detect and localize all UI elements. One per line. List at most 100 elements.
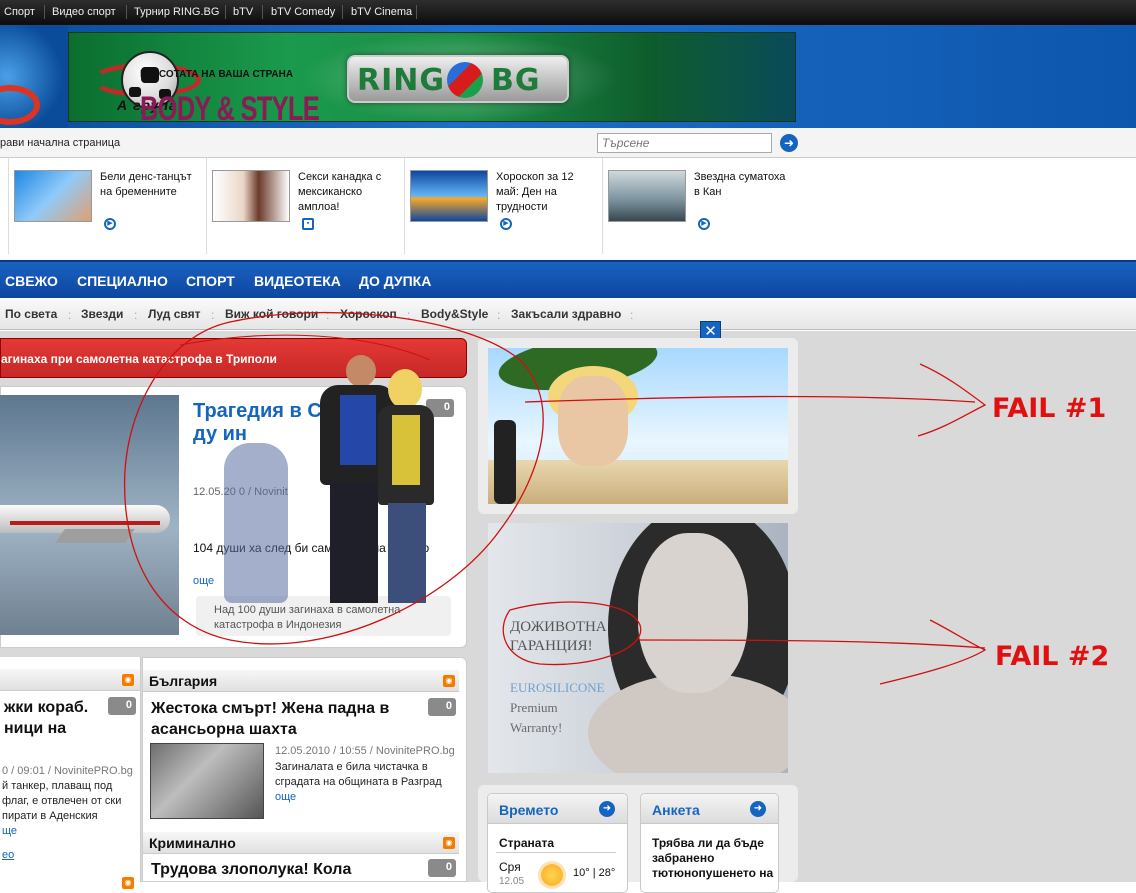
ad-brand: EUROSILICONE bbox=[510, 680, 605, 695]
comment-count-badge[interactable]: 0 bbox=[428, 859, 456, 877]
subnav-separator: : bbox=[134, 308, 138, 322]
subnav-po-sveta[interactable]: По света bbox=[5, 307, 57, 321]
section-header: ◉ bbox=[0, 669, 140, 691]
ad-sand bbox=[488, 460, 788, 504]
bulgaria-section-header: България ◉ bbox=[143, 670, 459, 692]
nav-sport[interactable]: СПОРТ bbox=[186, 273, 235, 289]
teaser-title[interactable]: Хороскоп за 12 май: Ден на трудности bbox=[496, 170, 596, 215]
topnav-separator bbox=[225, 5, 226, 19]
teaser-title[interactable]: Звездна суматоха в Кан bbox=[694, 170, 794, 200]
subnav-separator: : bbox=[630, 308, 634, 322]
fail-1-annotation: FAIL #1 bbox=[992, 393, 1107, 424]
search-go-button[interactable]: ➜ bbox=[780, 134, 798, 152]
teaser-title[interactable]: Бели денс-танцът на бременните bbox=[100, 170, 200, 200]
news-column-left: ◉ жки кораб. ници на 0 0 / 09:01 / Novin… bbox=[0, 657, 141, 889]
teaser-thumbnail[interactable] bbox=[14, 170, 92, 222]
news-summary: й танкер, плаващ под флаг, е отвлечен от… bbox=[2, 780, 122, 822]
rss-icon[interactable]: ◉ bbox=[122, 674, 134, 686]
teaser-thumbnail[interactable] bbox=[608, 170, 686, 222]
topnav-btv-comedy[interactable]: bTV Comedy bbox=[271, 6, 335, 18]
comment-count-badge[interactable]: 0 bbox=[428, 698, 456, 716]
teaser-title[interactable]: Секси канадка с мексиканско амплоа! bbox=[298, 170, 398, 215]
topnav-btv-cinema[interactable]: bTV Cinema bbox=[351, 6, 412, 18]
weather-temps: 10° | 28° bbox=[573, 867, 616, 879]
news-title[interactable]: жки кораб. ници на bbox=[4, 697, 108, 739]
topnav-separator bbox=[126, 5, 127, 19]
play-icon[interactable]: ▶ bbox=[104, 218, 116, 230]
divider bbox=[496, 852, 616, 853]
teaser-item[interactable]: Хороскоп за 12 май: Ден на трудности ▶ bbox=[410, 166, 600, 246]
subnav-body-style[interactable]: Body&Style bbox=[421, 307, 488, 321]
read-more-link[interactable]: още bbox=[275, 791, 296, 803]
search-input[interactable] bbox=[597, 133, 772, 153]
gallery-icon[interactable]: ▪ bbox=[302, 218, 314, 230]
play-icon[interactable]: ▶ bbox=[698, 218, 710, 230]
weather-header[interactable]: Времето ➜ bbox=[488, 794, 627, 824]
ad-headline: ДОЖИВОТНА ГАРАНЦИЯ! bbox=[510, 619, 607, 654]
teaser-item[interactable]: Секси канадка с мексиканско амплоа! ▪ bbox=[212, 166, 402, 246]
ghost-person-image bbox=[224, 443, 288, 603]
ad-line: Warranty! bbox=[510, 720, 563, 735]
airplane-wing bbox=[55, 529, 135, 543]
play-icon[interactable]: ▶ bbox=[500, 218, 512, 230]
featured-article-photo[interactable] bbox=[0, 395, 179, 635]
poll-title[interactable]: Анкета bbox=[652, 802, 700, 818]
news-meta: 0 / 09:01 / NovinitePRO.bg bbox=[2, 765, 133, 777]
teaser-divider bbox=[404, 158, 405, 254]
comment-count-badge[interactable]: 0 bbox=[108, 697, 136, 715]
nav-svezho[interactable]: СВЕЖО bbox=[5, 273, 58, 289]
video-link[interactable]: ео bbox=[2, 849, 14, 861]
topnav-video-sport[interactable]: Видео спорт bbox=[52, 6, 116, 18]
teaser-thumbnail[interactable] bbox=[212, 170, 290, 222]
nav-do-dupka[interactable]: ДО ДУПКА bbox=[359, 273, 431, 289]
poll-widget: Анкета ➜ Трябва ли да бъде забранено тют… bbox=[640, 793, 779, 893]
sub-navigation: По света : Звезди : Луд свят : Виж кой г… bbox=[0, 298, 1136, 330]
nav-videoteka[interactable]: ВИДЕОТЕКА bbox=[254, 273, 341, 289]
man-trousers bbox=[330, 483, 378, 603]
subnav-separator: : bbox=[497, 308, 501, 322]
subnav-zvezdi[interactable]: Звезди bbox=[81, 307, 123, 321]
rss-icon[interactable]: ◉ bbox=[443, 837, 455, 849]
poll-header[interactable]: Анкета ➜ bbox=[641, 794, 778, 824]
rss-icon[interactable]: ◉ bbox=[122, 877, 134, 889]
read-more-link[interactable]: ще bbox=[2, 825, 17, 837]
featured-read-more-link[interactable]: още bbox=[193, 575, 214, 587]
subnav-separator: : bbox=[407, 308, 411, 322]
teaser-item[interactable]: Звездна суматоха в Кан ▶ bbox=[608, 166, 798, 246]
logo-ring-text: RING bbox=[357, 63, 445, 98]
teaser-item[interactable]: Бели денс-танцът на бременните ▶ bbox=[14, 166, 204, 246]
poll-question[interactable]: Трябва ли да бъде забранено тютюнопушене… bbox=[652, 836, 774, 881]
subnav-lud-svyat[interactable]: Луд свят bbox=[148, 307, 201, 321]
rss-icon[interactable]: ◉ bbox=[443, 675, 455, 687]
floating-ad-people[interactable] bbox=[212, 355, 437, 613]
teaser-divider bbox=[8, 158, 9, 254]
ad-brand: BODY & STYLE bbox=[140, 90, 320, 128]
news-title[interactable]: Трудова злополука! Кола bbox=[151, 859, 431, 880]
arrow-right-icon[interactable]: ➜ bbox=[599, 801, 615, 817]
ad-tagline: КРАСОТАТА НА ВАША СТРАНА bbox=[140, 69, 294, 80]
subnav-horoskop[interactable]: Хороскоп bbox=[340, 307, 397, 321]
nav-specialno[interactable]: СПЕЦИАЛНО bbox=[77, 273, 168, 289]
teaser-thumbnail[interactable] bbox=[410, 170, 488, 222]
subnav-vizh-koi-govori[interactable]: Виж кой говори bbox=[225, 307, 318, 321]
teaser-divider bbox=[602, 158, 603, 254]
ad-line: Premium bbox=[510, 700, 558, 715]
section-title[interactable]: България bbox=[149, 673, 217, 689]
set-homepage-link[interactable]: рави начална страница bbox=[0, 137, 120, 149]
weather-title[interactable]: Времето bbox=[499, 802, 558, 818]
news-title[interactable]: Жестока смърт! Жена падна в асансьорна ш… bbox=[151, 698, 431, 740]
subnav-zakasali-zdravno[interactable]: Закъсали здравно bbox=[511, 307, 621, 321]
search-bar-row: рави начална страница bbox=[0, 128, 1136, 158]
body-style-ad[interactable] bbox=[488, 348, 788, 504]
sun-icon bbox=[541, 864, 563, 886]
weather-location: Страната bbox=[499, 836, 555, 850]
arrow-right-icon[interactable]: ➜ bbox=[750, 801, 766, 817]
section-title[interactable]: Криминално bbox=[149, 835, 236, 851]
subnav-separator: : bbox=[326, 308, 330, 322]
topnav-btv[interactable]: bTV bbox=[233, 6, 253, 18]
elevator-shaft-photo[interactable] bbox=[150, 743, 264, 819]
topnav-ring-tournament[interactable]: Турнир RING.BG bbox=[134, 6, 219, 18]
crime-section-header: Криминално ◉ bbox=[143, 832, 459, 854]
man-head bbox=[346, 355, 376, 387]
topnav-sport[interactable]: Спорт bbox=[4, 6, 35, 18]
